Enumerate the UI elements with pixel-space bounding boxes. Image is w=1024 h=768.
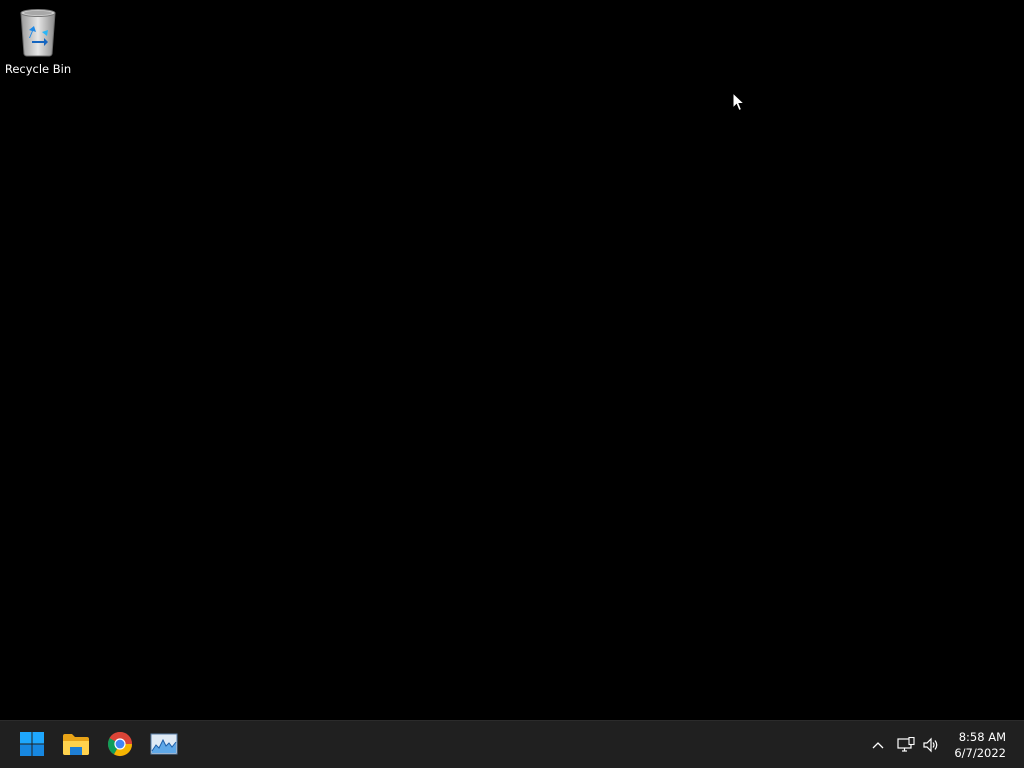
clock-date: 6/7/2022 xyxy=(954,746,1006,760)
resource-monitor-button[interactable] xyxy=(144,724,184,764)
desktop[interactable]: Recycle Bin xyxy=(0,0,1024,720)
show-hidden-icons-button[interactable] xyxy=(866,721,890,768)
chevron-up-icon xyxy=(872,741,884,748)
recycle-bin-label: Recycle Bin xyxy=(4,62,72,76)
volume-button[interactable] xyxy=(920,721,942,768)
file-explorer-button[interactable] xyxy=(56,724,96,764)
folder-icon xyxy=(63,734,89,755)
chrome-button[interactable] xyxy=(100,724,140,764)
performance-monitor-icon xyxy=(150,733,178,755)
taskbar: 8:58 AM 6/7/2022 xyxy=(0,720,1024,768)
mouse-cursor-icon xyxy=(732,92,746,112)
windows-start-icon xyxy=(20,732,44,756)
network-button[interactable] xyxy=(895,721,917,768)
volume-icon xyxy=(923,737,938,752)
chrome-icon xyxy=(107,731,132,757)
start-button[interactable] xyxy=(12,724,52,764)
recycle-bin-icon xyxy=(16,6,60,58)
network-icon xyxy=(897,736,915,752)
clock-button[interactable]: 8:58 AM 6/7/2022 xyxy=(954,727,1006,763)
recycle-bin-shortcut[interactable]: Recycle Bin xyxy=(2,6,74,80)
clock-time: 8:58 AM xyxy=(958,730,1006,744)
